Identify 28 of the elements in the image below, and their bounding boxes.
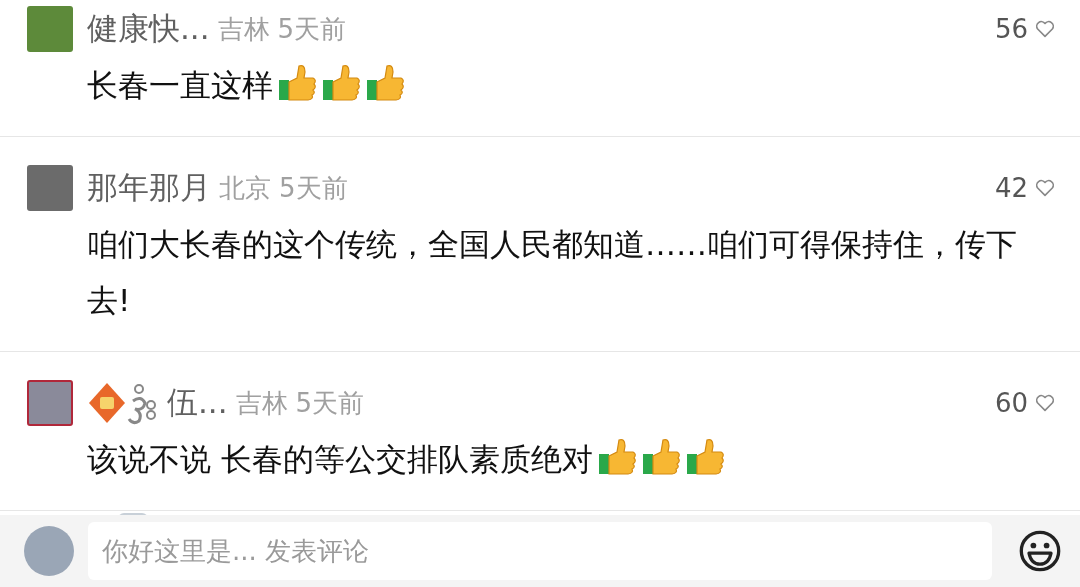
location-label: 吉林 bbox=[235, 386, 288, 420]
user-name[interactable]: 健康快... bbox=[87, 8, 210, 50]
heart-icon[interactable] bbox=[1034, 18, 1056, 40]
thumbs-up-icon bbox=[684, 436, 725, 476]
comment-text: 该说不说 长春的等公交排队素质绝对 bbox=[87, 441, 593, 477]
heart-icon[interactable] bbox=[1034, 392, 1056, 414]
like-count: 60 bbox=[994, 388, 1028, 418]
thumbs-up-icon bbox=[596, 436, 637, 476]
comment-text: 长春一直这样 bbox=[87, 67, 273, 103]
like-count: 56 bbox=[994, 14, 1028, 44]
comment-text: 咱们大长春的这个传统，全国人民都知道……咱们可得保持住，传下去! bbox=[87, 226, 1017, 318]
thumbs-up-icon bbox=[640, 436, 681, 476]
user-name[interactable]: 伍... bbox=[167, 382, 228, 424]
heart-icon[interactable] bbox=[1034, 177, 1056, 199]
like-count: 42 bbox=[994, 173, 1028, 203]
time-label: 5天前 bbox=[277, 12, 347, 46]
my-avatar-photo-placeholder[interactable] bbox=[24, 526, 74, 576]
thumbs-up-icon bbox=[321, 62, 361, 102]
avatar-photo-placeholder[interactable] bbox=[27, 380, 73, 426]
time-label: 5天前 bbox=[295, 386, 365, 420]
emoji-icon[interactable] bbox=[1018, 529, 1062, 573]
user-name[interactable]: 那年那月 bbox=[87, 167, 211, 209]
location-label: 吉林 bbox=[217, 12, 270, 46]
location-label: 北京 bbox=[219, 171, 271, 205]
thumbs-up-icon bbox=[277, 62, 317, 102]
thumbs-up-icon bbox=[365, 62, 405, 102]
time-label: 5天前 bbox=[279, 171, 348, 205]
comment-input-field[interactable]: 你好这里是... 发表评论 bbox=[88, 522, 992, 580]
